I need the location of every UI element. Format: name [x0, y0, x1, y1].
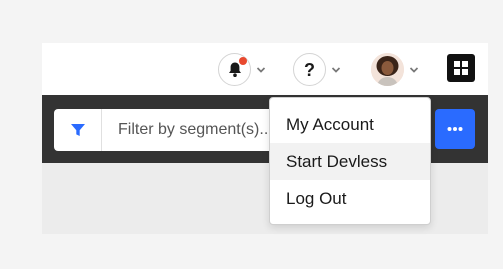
menu-item-my-account[interactable]: My Account: [270, 106, 430, 143]
chevron-down-icon: [331, 66, 341, 73]
grid-icon: [454, 61, 468, 75]
account-button[interactable]: [371, 53, 419, 86]
chevron-down-icon: [409, 66, 419, 73]
bell-circle: [218, 53, 251, 86]
filter-icon: [70, 124, 85, 136]
avatar: [371, 53, 404, 86]
notifications-button[interactable]: [218, 53, 266, 86]
more-horizontal-icon: [447, 127, 463, 131]
help-symbol: ?: [304, 59, 315, 80]
more-options-button[interactable]: [435, 109, 475, 149]
menu-item-start-devless[interactable]: Start Devless: [270, 143, 430, 180]
account-dropdown-menu: My Account Start Devless Log Out: [269, 97, 431, 225]
notification-dot: [239, 57, 247, 65]
question-icon: ?: [293, 53, 326, 86]
chevron-down-icon: [256, 66, 266, 73]
apps-grid-button[interactable]: [447, 54, 475, 82]
top-header: ?: [42, 43, 488, 95]
filter-button[interactable]: [54, 109, 102, 151]
menu-item-log-out[interactable]: Log Out: [270, 180, 430, 217]
help-button[interactable]: ?: [293, 53, 341, 86]
